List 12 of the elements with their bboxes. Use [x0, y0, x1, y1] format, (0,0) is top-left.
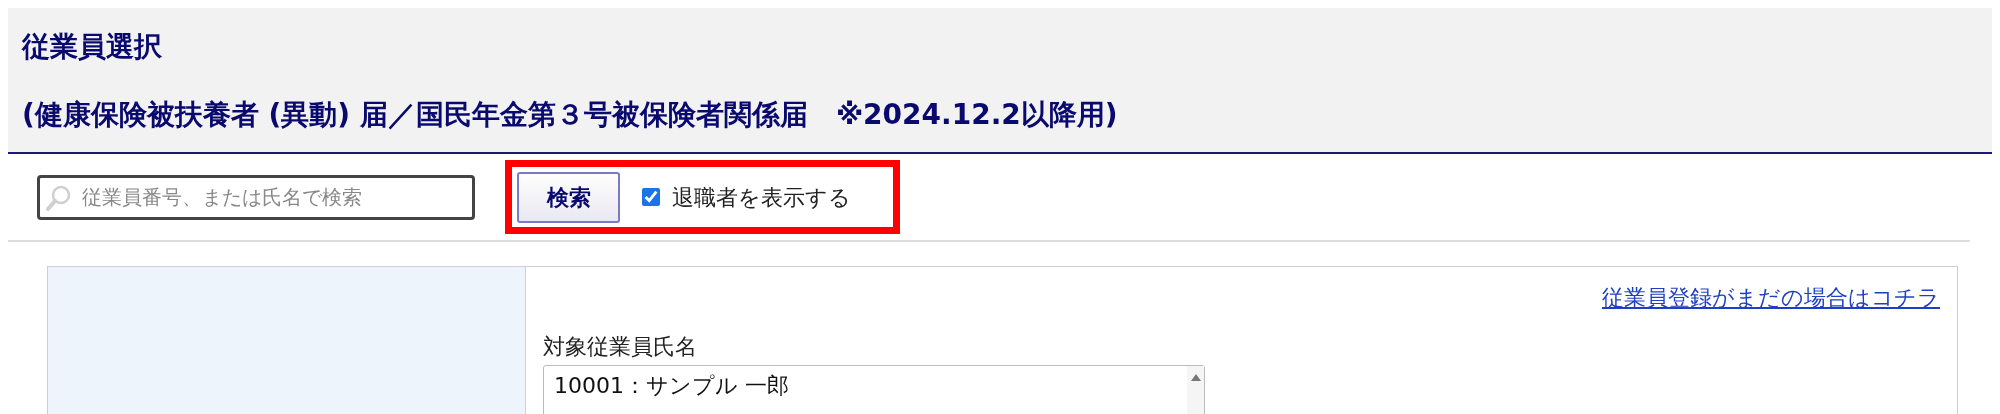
show-retired-label: 退職者を表示する — [672, 183, 851, 212]
register-link[interactable]: 従業員登録がまだの場合はコチラ — [1602, 281, 1940, 314]
employee-option[interactable]: 10001：サンプル 一郎 — [554, 369, 1187, 402]
search-button[interactable]: 検索 — [517, 171, 620, 223]
search-field[interactable]: 従業員番号、または氏名で検索 — [37, 174, 475, 220]
search-icon — [45, 183, 73, 212]
scroll-up-icon[interactable] — [1190, 374, 1201, 381]
employee-listbox[interactable]: 10001：サンプル 一郎 — [543, 365, 1205, 414]
page-title: 従業員選択 — [22, 30, 163, 64]
show-retired-checkbox[interactable] — [642, 188, 660, 206]
page-subtitle: (健康保険被扶養者 (異動) 届／国民年金第３号被保険者関係届 ※2024.12.2以降用) — [22, 98, 1119, 132]
employee-field-label: 対象従業員氏名 — [543, 333, 698, 361]
